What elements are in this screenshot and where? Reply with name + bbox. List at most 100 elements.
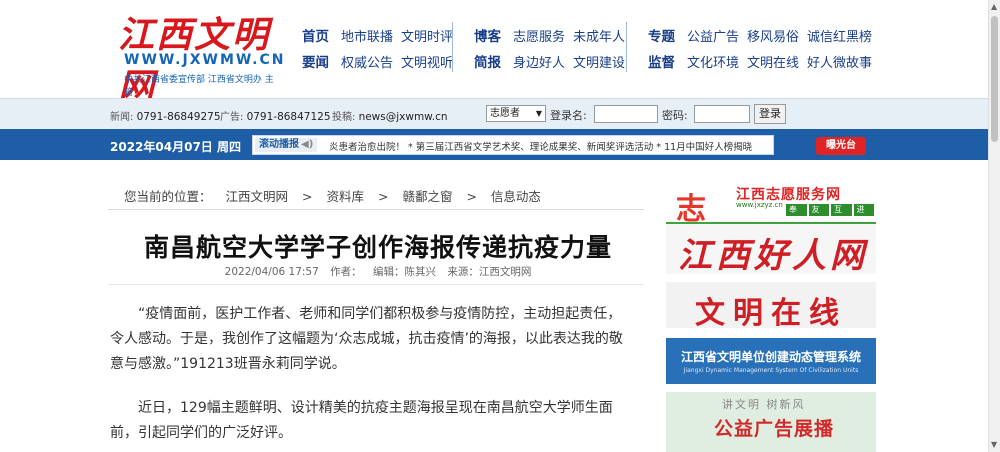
volunteer-tags: 奉献 友爱 互助 进步 [786,204,876,222]
news-ticker[interactable]: 滚动播报 ◀) 炎患者治愈出院！ * 第三届江西省文学艺术奖、理论成果奖、新闻奖评… [252,135,774,155]
nav-row: 博客 志愿服务 未成年人 [474,22,633,48]
login-bar: 新闻: 0791-86849275 广告: 0791-86847125 投稿: … [0,98,988,129]
nav-blog[interactable]: 博客 [474,25,501,45]
nav-row: 要闻 权威公告 文明视听 [302,48,461,74]
nav-topics[interactable]: 专题 [648,25,675,45]
nav-divider [626,22,627,72]
nav-credit-list[interactable]: 诚信红黑榜 [807,26,872,45]
submit-email[interactable]: news@jxwmw.cn [359,111,448,123]
nav-customs[interactable]: 移风易俗 [747,26,799,45]
nav-public-ads[interactable]: 公益广告 [687,26,739,45]
nav-good-people[interactable]: 身边好人 [513,52,565,71]
breadcrumb-prefix: 您当前的位置： [124,189,212,204]
nav-city-broadcast[interactable]: 地市联播 [341,26,393,45]
news-hotline: 新闻: 0791-86849275 [110,108,221,123]
breadcrumb-news[interactable]: 信息动态 [491,189,541,204]
breadcrumb-separator: > [377,189,389,204]
ad-hotline: 广告: 0791-86847125 [220,108,331,123]
ad-phone: 0791-86847125 [246,111,331,123]
nav-news[interactable]: 要闻 [302,51,329,71]
username-label: 登录名: [550,109,587,122]
nav-civil-comment[interactable]: 文明时评 [401,26,453,45]
breadcrumb-separator: > [302,189,313,204]
good-people-title: 江西好人网 [678,236,868,274]
chevron-down-icon: ▼ [535,109,542,118]
nav-row: 简报 身边好人 文明建设 [474,48,633,74]
article-meta: 2022/04/06 17:57 作者： 编辑：陈其兴 来源：江西文明网 [110,264,646,279]
scrollbar-thumb[interactable] [991,16,998,142]
date-bar: 2022年04月07日 周四 滚动播报 ◀) 炎患者治愈出院！ * 第三届江西省文… [0,129,988,160]
system-title: 江西省文明单位创建动态管理系统 [680,350,861,364]
vertical-scrollbar[interactable]: ▲ ▼ [988,0,1000,452]
submission-email: 投稿: news@jxwmw.cn [332,108,448,123]
nav-group-1: 首页 地市联播 文明时评 要闻 权威公告 文明视听 [302,22,461,74]
scroll-down-icon[interactable]: ▼ [991,440,997,449]
nav-row: 专题 公益广告 移风易俗 诚信红黑榜 [648,22,880,48]
site-header: 江西文明网 WWW.JXWMW.CN 中共江西省委宣传部 江西省文明办 主管 首… [0,0,988,108]
page: 江西文明网 WWW.JXWMW.CN 中共江西省委宣传部 江西省文明办 主管 首… [0,0,1000,452]
speaker-icon: ◀) [301,139,314,150]
site-logo[interactable]: 江西文明网 WWW.JXWMW.CN 中共江西省委宣传部 江西省文明办 主管 [112,6,284,108]
username-input[interactable] [594,105,658,123]
nav-civil-online[interactable]: 文明在线 [747,52,799,71]
nav-divider [452,22,453,72]
nav-row: 首页 地市联播 文明时评 [302,22,461,48]
ads-subtitle: 讲文明 树新风 [722,398,806,411]
public-ads-banner[interactable]: 讲文明 树新风 公益广告展播 [666,392,876,452]
breadcrumb-separator: > [466,189,477,204]
scroll-up-icon[interactable]: ▲ [991,2,997,11]
management-system-banner[interactable]: 江西省文明单位创建动态管理系统 Jiangxi Dynamic Manageme… [666,338,876,384]
logo-domain: WWW.JXWMW.CN [124,52,286,68]
exposure-button[interactable]: 曝光台 [816,137,866,155]
user-type-select[interactable]: 志愿者 ▼ [486,105,546,122]
volunteer-tag: 互助 [831,204,852,222]
nav-home[interactable]: 首页 [302,25,329,45]
logo-subtitle: 中共江西省委宣传部 江西省文明办 主管 [124,75,274,98]
divider [108,209,644,210]
volunteer-tag: 友爱 [808,204,829,222]
ticker-text[interactable]: 炎患者治愈出院！ * 第三届江西省文学艺术奖、理论成果奖、新闻奖评选活动 * 1… [329,139,752,153]
article-title: 南昌航空大学学子创作海报传递抗疫力量 [143,233,612,262]
article-datetime: 2022/04/06 17:57 [224,266,319,278]
password-label: 密码: [662,109,688,122]
article-editor: 编辑：陈其兴 [372,266,436,278]
nav-row: 监督 文化环境 文明在线 好人微故事 [648,48,880,74]
user-type-value: 志愿者 [490,108,520,119]
breadcrumb-window[interactable]: 赣鄱之窗 [402,189,452,204]
current-date: 2022年04月07日 周四 [110,140,241,154]
article-author: 作者： [330,266,362,278]
civil-online-title: 文明在线 [695,296,847,328]
volunteer-url: www.jxzyz.cn [736,201,783,209]
news-phone: 0791-86849275 [136,111,221,123]
nav-minors[interactable]: 未成年人 [573,26,625,45]
volunteer-tag: 进步 [853,204,874,222]
breadcrumb: 您当前的位置： 江西文明网 > 资料库 > 赣鄱之窗 > 信息动态 [124,186,551,205]
nav-announcements[interactable]: 权威公告 [341,52,393,71]
nav-good-stories[interactable]: 好人微故事 [807,52,872,71]
nav-civil-video[interactable]: 文明视听 [401,52,453,71]
article-paragraph: 近日，129幅主题鲜明、设计精美的抗疫主题海报呈现在南昌航空大学师生面前，引起同… [110,400,613,441]
password-input[interactable] [694,105,750,123]
breadcrumb-library[interactable]: 资料库 [326,189,364,204]
nav-culture-env[interactable]: 文化环境 [687,52,739,71]
breadcrumb-home[interactable]: 江西文明网 [226,189,289,204]
article-source: 来源：江西文明网 [447,266,532,278]
good-people-banner[interactable]: 江西好人网 [666,224,876,274]
nav-brief[interactable]: 简报 [474,51,501,71]
login-button[interactable]: 登录 [754,104,786,124]
nav-volunteer[interactable]: 志愿服务 [513,26,565,45]
news-label: 新闻: [110,112,134,123]
system-subtitle: Jiangxi Dynamic Management System Of Civ… [683,367,859,374]
ad-label: 广告: [220,112,244,123]
ticker-label-text: 滚动播报 [259,139,299,150]
civil-online-banner[interactable]: 文明在线 [666,282,876,328]
nav-supervision[interactable]: 监督 [648,51,675,71]
volunteer-logo-icon: 志 [676,192,706,224]
nav-civil-construction[interactable]: 文明建设 [573,52,625,71]
divider [108,284,644,285]
nav-group-2: 博客 志愿服务 未成年人 简报 身边好人 文明建设 [474,22,633,74]
ads-title: 公益广告展播 [714,418,835,440]
volunteer-banner[interactable]: 志 江西志愿服务网 www.jxzyz.cn 奉献 友爱 互助 进步 [666,182,876,224]
article-paragraph: “疫情面前，医护工作者、老师和同学们都积极参与疫情防控，主动担起责任，令人感动。… [110,306,623,372]
volunteer-tag: 奉献 [786,204,807,222]
